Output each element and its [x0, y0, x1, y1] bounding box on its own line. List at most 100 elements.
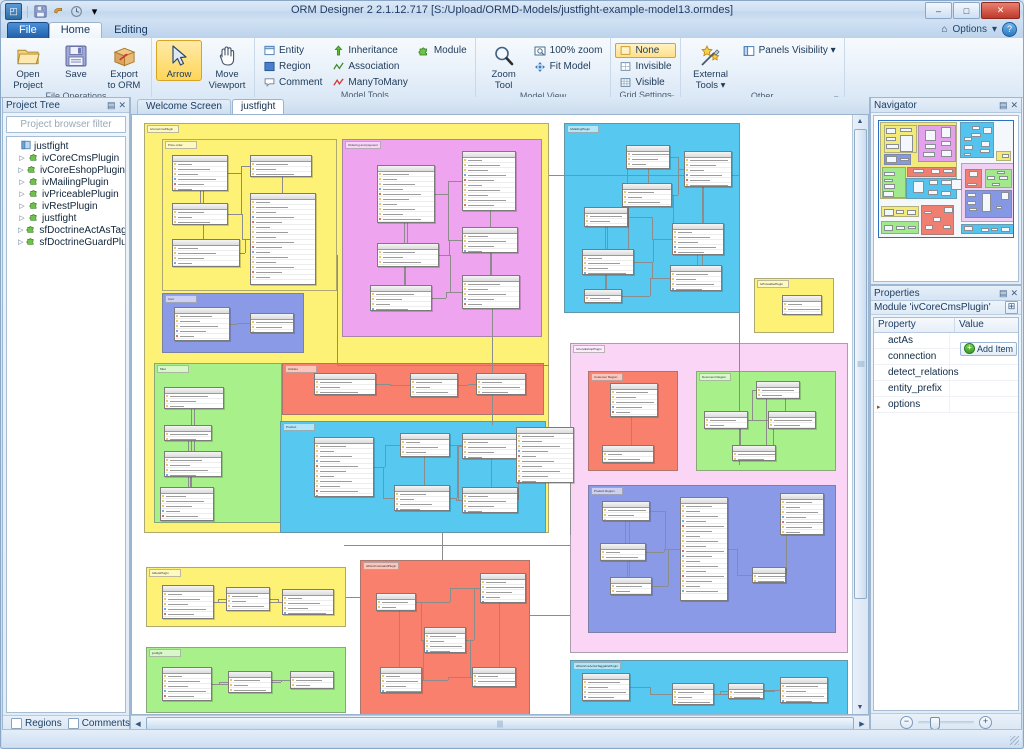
relation-connector[interactable]: [653, 239, 654, 262]
entity-box[interactable]: [172, 239, 240, 267]
entity-box[interactable]: [476, 373, 526, 395]
open-project-button[interactable]: Open Project: [5, 40, 51, 91]
grid-visible-button[interactable]: Visible: [615, 75, 675, 90]
navigator-viewport-rect[interactable]: [878, 120, 1014, 238]
entity-box[interactable]: [622, 183, 672, 207]
zoom-out-button[interactable]: −: [900, 715, 913, 729]
entity-box[interactable]: [314, 373, 376, 395]
project-tree-list[interactable]: justfight ▷ ivCoreCmsPlugin ▷ ivCoreEsho…: [6, 136, 126, 713]
relation-connector[interactable]: [737, 549, 738, 575]
sidebar-item-ivcoreeshopplugin[interactable]: ▷ ivCoreEshopPlugin: [7, 164, 125, 176]
relation-connector[interactable]: [421, 602, 422, 640]
entity-box[interactable]: [164, 387, 224, 409]
relation-connector[interactable]: [385, 445, 386, 467]
entity-box[interactable]: [462, 227, 518, 253]
entity-box[interactable]: [162, 585, 214, 619]
twisty-icon[interactable]: ▷: [18, 190, 26, 198]
relation-connector[interactable]: [450, 588, 451, 602]
entity-box[interactable]: [680, 497, 728, 601]
entity-box[interactable]: [250, 313, 294, 333]
regions-checkbox-box[interactable]: [11, 717, 22, 729]
manytomany-tool-button[interactable]: ManyToMany: [328, 75, 411, 90]
tree-root-twisty[interactable]: [10, 142, 18, 150]
entity-box[interactable]: [600, 543, 646, 561]
sidebar-item-ivcorecmsplugin[interactable]: ▷ ivCoreCmsPlugin: [7, 152, 125, 164]
sidebar-item-ivmailingplugin[interactable]: ▷ ivMailingPlugin: [7, 176, 125, 188]
relation-connector[interactable]: [652, 217, 653, 239]
entity-box[interactable]: [768, 411, 816, 429]
options-expander-icon[interactable]: ▸: [877, 400, 881, 415]
comments-checkbox-box[interactable]: [67, 717, 79, 729]
relation-connector[interactable]: [474, 588, 475, 640]
entity-box[interactable]: [400, 433, 450, 457]
entity-box[interactable]: [684, 151, 732, 187]
entity-box[interactable]: [780, 493, 824, 535]
navigator-thumbnail[interactable]: [873, 115, 1019, 282]
relation-connector[interactable]: [337, 255, 338, 365]
relation-connector[interactable]: [668, 549, 669, 586]
scroll-up-arrow[interactable]: ▲: [853, 115, 867, 128]
diagram-canvas[interactable]: ivCoreCmsPlugin Price order Ordering and p…: [132, 115, 848, 714]
properties-expand-button[interactable]: ⊞: [1005, 301, 1018, 314]
grid-invisible-button[interactable]: Invisible: [615, 59, 675, 74]
ribbon-tab-editing[interactable]: Editing: [102, 22, 160, 38]
entity-box[interactable]: [228, 671, 272, 693]
sidebar-item-sfdoctrineactastaggable[interactable]: ▷ sfDoctrineActAsTagg...: [7, 224, 125, 236]
entity-box[interactable]: [704, 411, 748, 429]
relation-connector[interactable]: [346, 597, 360, 598]
entity-box[interactable]: [160, 487, 214, 521]
entity-box[interactable]: [376, 593, 416, 611]
entity-box[interactable]: [162, 667, 212, 701]
comments-checkbox[interactable]: Comments: [67, 717, 130, 729]
entity-box[interactable]: [670, 265, 722, 291]
association-tool-button[interactable]: Association: [328, 59, 411, 74]
entity-box[interactable]: [172, 155, 228, 191]
zoom-in-button[interactable]: +: [979, 715, 992, 729]
home-caret-icon[interactable]: ⌂: [941, 24, 947, 35]
table-row[interactable]: detect_relations: [874, 365, 1018, 381]
entity-box[interactable]: [462, 151, 516, 211]
relation-connector[interactable]: [450, 255, 451, 292]
entity-box[interactable]: [756, 381, 800, 399]
relation-connector[interactable]: [766, 390, 767, 453]
entity-box[interactable]: [672, 683, 714, 705]
entity-box[interactable]: [462, 275, 520, 309]
entity-box[interactable]: [752, 567, 786, 583]
twisty-icon[interactable]: ▷: [18, 154, 26, 162]
relation-connector[interactable]: [665, 511, 666, 549]
scroll-down-arrow[interactable]: ▼: [853, 701, 867, 714]
relation-connector[interactable]: [457, 446, 458, 498]
add-item-button[interactable]: + Add Item: [959, 341, 1017, 356]
options-caret-icon[interactable]: ▾: [992, 24, 997, 35]
maximize-button[interactable]: □: [953, 2, 980, 19]
relation-connector[interactable]: [470, 640, 471, 677]
entity-box[interactable]: [424, 627, 466, 653]
module-tool-button[interactable]: Module: [414, 43, 471, 58]
entity-box[interactable]: [610, 383, 658, 417]
entity-box[interactable]: [394, 485, 450, 511]
entity-box[interactable]: [602, 445, 654, 463]
project-browser-filter-input[interactable]: Project browser filter: [6, 116, 126, 133]
entity-box[interactable]: [377, 165, 435, 223]
panels-visibility-button[interactable]: Panels Visibility ▾: [739, 43, 840, 58]
arrow-tool-button[interactable]: Arrow: [156, 40, 202, 81]
sidebar-item-justfight[interactable]: ▷ justfight: [7, 212, 125, 224]
entity-box[interactable]: [472, 667, 516, 687]
project-tree-close-icon[interactable]: ✕: [118, 100, 126, 111]
twisty-icon[interactable]: ▷: [18, 202, 26, 210]
entity-box[interactable]: [584, 207, 628, 227]
twisty-icon[interactable]: ▷: [18, 238, 23, 246]
entity-box[interactable]: [610, 577, 652, 595]
help-icon[interactable]: ?: [1002, 22, 1017, 37]
project-tree-pin-icon[interactable]: ▤: [107, 100, 116, 111]
relation-connector[interactable]: [383, 467, 384, 498]
tree-root-justfight[interactable]: justfight: [7, 140, 125, 152]
entity-box[interactable]: [250, 155, 312, 177]
relation-connector[interactable]: [344, 545, 570, 546]
fit-model-button[interactable]: Fit Model: [530, 59, 607, 74]
entity-box[interactable]: [282, 589, 334, 615]
options-menu-label[interactable]: Options: [953, 24, 987, 35]
entity-box[interactable]: [370, 285, 432, 311]
relation-connector[interactable]: [650, 278, 651, 296]
entity-box[interactable]: [380, 667, 422, 693]
